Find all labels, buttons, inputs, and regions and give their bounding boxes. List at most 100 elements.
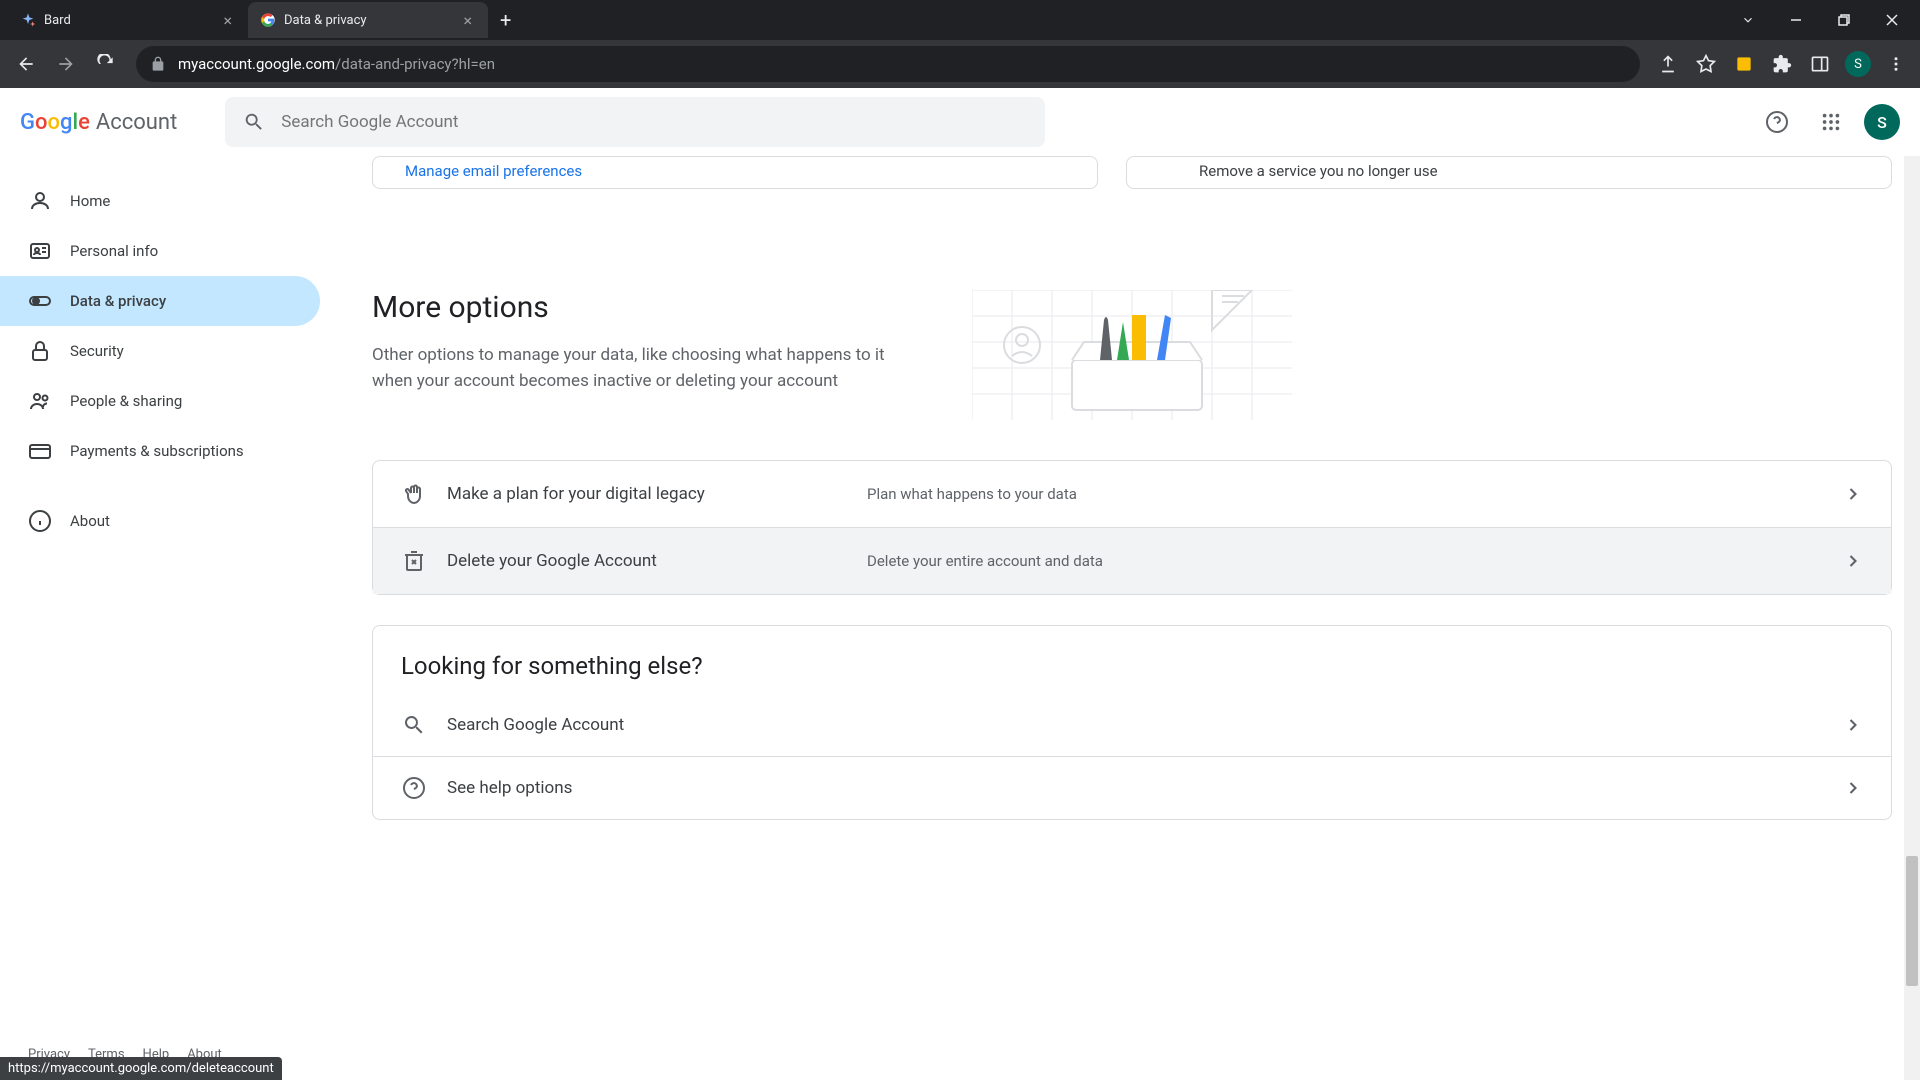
chevron-right-icon xyxy=(1843,484,1863,504)
account-avatar[interactable]: S xyxy=(1864,104,1900,140)
tab-title: Data & privacy xyxy=(284,13,451,28)
delete-icon xyxy=(401,548,427,574)
info-icon xyxy=(28,509,52,533)
nav-bar: myaccount.google.com/data-and-privacy?hl… xyxy=(0,40,1920,88)
minimize-icon[interactable] xyxy=(1776,4,1816,36)
toolbox-illustration xyxy=(972,290,1292,420)
header-right: S xyxy=(1756,101,1900,143)
tab-data-privacy[interactable]: Data & privacy × xyxy=(248,2,488,38)
address-bar[interactable]: myaccount.google.com/data-and-privacy?hl… xyxy=(136,46,1640,82)
data-privacy-icon xyxy=(28,289,52,313)
lock-icon xyxy=(150,56,166,72)
more-options-header: More options Other options to manage you… xyxy=(372,290,1892,420)
sidebar-item-label: About xyxy=(70,512,110,530)
search-icon xyxy=(401,712,427,738)
people-icon xyxy=(28,389,52,413)
sidebar-item-label: Payments & subscriptions xyxy=(70,442,244,460)
search-box[interactable] xyxy=(225,97,1045,147)
cutoff-cards: Manage email preferences Remove a servic… xyxy=(372,156,1892,190)
close-icon[interactable] xyxy=(1872,4,1912,36)
page-content: Google Account S Home Personal info xyxy=(0,88,1920,1080)
sidebar-item-security[interactable]: Security xyxy=(0,326,320,376)
section-description: Other options to manage your data, like … xyxy=(372,343,912,394)
chrome-profile-button[interactable]: S xyxy=(1842,48,1874,80)
row-title: See help options xyxy=(447,778,847,798)
digital-legacy-row[interactable]: Make a plan for your digital legacy Plan… xyxy=(373,461,1891,528)
tab-bard[interactable]: Bard × xyxy=(8,2,248,38)
security-icon xyxy=(28,339,52,363)
maximize-icon[interactable] xyxy=(1824,4,1864,36)
back-button[interactable] xyxy=(8,46,44,82)
sidebar-item-label: Security xyxy=(70,342,124,360)
search-input[interactable] xyxy=(281,112,1027,132)
sidebar-item-data-privacy[interactable]: Data & privacy xyxy=(0,276,320,326)
sidebar-item-about[interactable]: About xyxy=(0,496,320,546)
google-account-logo[interactable]: Google Account xyxy=(20,110,177,135)
sidebar: Home Personal info Data & privacy Securi… xyxy=(0,156,320,1080)
tab-dropdown-icon[interactable] xyxy=(1728,4,1768,36)
hand-icon xyxy=(401,481,427,507)
more-options-card: Make a plan for your digital legacy Plan… xyxy=(372,460,1892,595)
side-panel-icon[interactable] xyxy=(1804,48,1836,80)
sidebar-item-people-sharing[interactable]: People & sharing xyxy=(0,376,320,426)
sidebar-item-home[interactable]: Home xyxy=(0,176,320,226)
chrome-menu-icon[interactable] xyxy=(1880,48,1912,80)
tab-title: Bard xyxy=(44,13,211,28)
chevron-right-icon xyxy=(1843,778,1863,798)
search-container xyxy=(225,97,1045,147)
chevron-right-icon xyxy=(1843,551,1863,571)
sidebar-item-label: People & sharing xyxy=(70,392,182,410)
tab-close-icon[interactable]: × xyxy=(219,9,236,32)
bookmark-icon[interactable] xyxy=(1690,48,1722,80)
app-header: Google Account S xyxy=(0,88,1920,156)
extension-notif-icon[interactable] xyxy=(1728,48,1760,80)
google-favicon-icon xyxy=(260,12,276,28)
content-area: Home Personal info Data & privacy Securi… xyxy=(0,156,1920,1080)
row-description: Delete your entire account and data xyxy=(867,552,1823,570)
home-icon xyxy=(28,189,52,213)
row-title: Delete your Google Account xyxy=(447,551,847,571)
logo-account-text: Account xyxy=(96,110,177,135)
main-content: Manage email preferences Remove a servic… xyxy=(320,156,1920,1080)
search-icon xyxy=(243,111,265,133)
scrollbar-thumb[interactable] xyxy=(1906,856,1918,986)
looking-else-title: Looking for something else? xyxy=(373,626,1891,694)
reload-button[interactable] xyxy=(88,46,124,82)
status-bar: https://myaccount.google.com/deleteaccou… xyxy=(0,1057,282,1080)
sidebar-item-payments[interactable]: Payments & subscriptions xyxy=(0,426,320,476)
delete-account-row[interactable]: Delete your Google Account Delete your e… xyxy=(373,528,1891,594)
google-logo-icon: Google xyxy=(20,110,90,135)
row-title: Make a plan for your digital legacy xyxy=(447,484,847,504)
payments-icon xyxy=(28,439,52,463)
apps-icon[interactable] xyxy=(1810,101,1852,143)
extensions-icon[interactable] xyxy=(1766,48,1798,80)
manage-email-link[interactable]: Manage email preferences xyxy=(405,162,582,180)
sidebar-item-label: Home xyxy=(70,192,110,210)
chevron-right-icon xyxy=(1843,715,1863,735)
scrollbar[interactable] xyxy=(1904,156,1920,1080)
help-circle-icon xyxy=(401,775,427,801)
search-account-row[interactable]: Search Google Account xyxy=(373,694,1891,757)
tab-close-icon[interactable]: × xyxy=(459,9,476,32)
browser-chrome: Bard × Data & privacy × + myaccount.goog… xyxy=(0,0,1920,88)
url-text: myaccount.google.com/data-and-privacy?hl… xyxy=(178,55,495,73)
sidebar-item-label: Personal info xyxy=(70,242,158,260)
toolbar-right: S xyxy=(1652,48,1912,80)
row-title: Search Google Account xyxy=(447,715,847,735)
remove-service-card[interactable]: Remove a service you no longer use xyxy=(1126,156,1892,189)
new-tab-button[interactable]: + xyxy=(488,8,523,32)
help-options-row[interactable]: See help options xyxy=(373,757,1891,819)
window-controls xyxy=(1728,4,1912,36)
bard-favicon-icon xyxy=(20,12,36,28)
email-prefs-card[interactable]: Manage email preferences xyxy=(372,156,1098,189)
tab-bar: Bard × Data & privacy × + xyxy=(0,0,1920,40)
forward-button[interactable] xyxy=(48,46,84,82)
sidebar-item-label: Data & privacy xyxy=(70,292,166,310)
help-icon[interactable] xyxy=(1756,101,1798,143)
share-icon[interactable] xyxy=(1652,48,1684,80)
remove-service-text: Remove a service you no longer use xyxy=(1199,162,1438,180)
sidebar-item-personal-info[interactable]: Personal info xyxy=(0,226,320,276)
personal-info-icon xyxy=(28,239,52,263)
looking-else-card: Looking for something else? Search Googl… xyxy=(372,625,1892,820)
row-description: Plan what happens to your data xyxy=(867,485,1823,503)
